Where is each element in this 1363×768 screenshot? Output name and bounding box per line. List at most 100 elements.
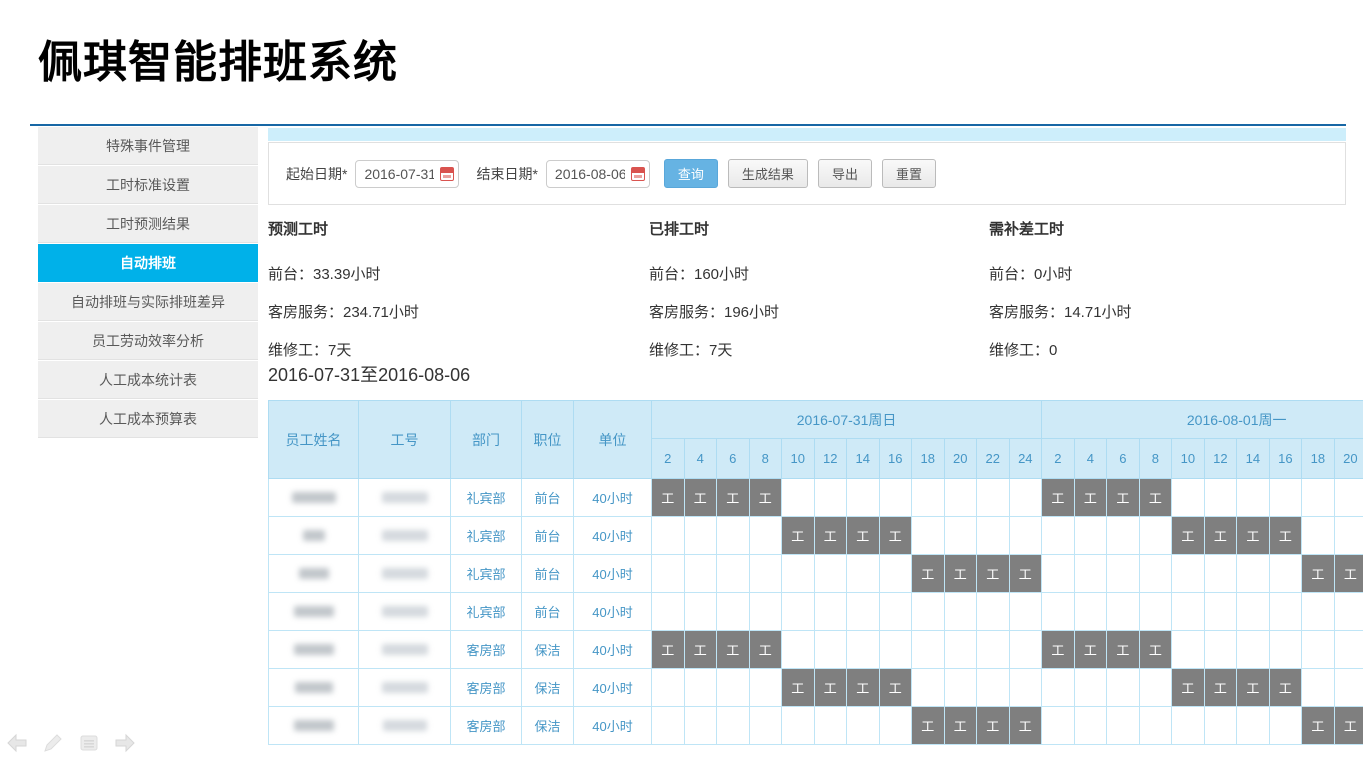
shift-cell-empty[interactable]: [1074, 669, 1107, 707]
shift-cell-empty[interactable]: [1042, 669, 1075, 707]
shift-cell-empty[interactable]: [1237, 593, 1270, 631]
shift-cell-marked[interactable]: 工: [1172, 517, 1205, 555]
shift-cell-empty[interactable]: [1107, 517, 1140, 555]
shift-cell-empty[interactable]: [1042, 593, 1075, 631]
shift-cell-empty[interactable]: [1139, 707, 1172, 745]
shift-cell-empty[interactable]: [684, 669, 717, 707]
shift-cell-empty[interactable]: [1009, 517, 1042, 555]
shift-cell-empty[interactable]: [1139, 555, 1172, 593]
shift-cell-empty[interactable]: [1074, 555, 1107, 593]
shift-cell-marked[interactable]: 工: [1302, 555, 1335, 593]
shift-cell-empty[interactable]: [1107, 593, 1140, 631]
shift-cell-marked[interactable]: 工: [749, 631, 782, 669]
shift-cell-empty[interactable]: [782, 631, 815, 669]
shift-cell-marked[interactable]: 工: [1107, 479, 1140, 517]
shift-cell-marked[interactable]: 工: [814, 517, 847, 555]
shift-cell-empty[interactable]: [1139, 669, 1172, 707]
shift-cell-empty[interactable]: [879, 707, 912, 745]
shift-cell-marked[interactable]: 工: [814, 669, 847, 707]
back-arrow-icon[interactable]: [5, 731, 29, 755]
shift-cell-empty[interactable]: [1302, 669, 1335, 707]
shift-cell-empty[interactable]: [977, 593, 1010, 631]
shift-cell-marked[interactable]: 工: [1074, 479, 1107, 517]
shift-cell-marked[interactable]: 工: [1107, 631, 1140, 669]
shift-cell-empty[interactable]: [652, 517, 685, 555]
shift-cell-empty[interactable]: [1204, 479, 1237, 517]
shift-cell-empty[interactable]: [684, 555, 717, 593]
shift-cell-empty[interactable]: [684, 707, 717, 745]
shift-cell-empty[interactable]: [879, 479, 912, 517]
shift-cell-empty[interactable]: [1172, 479, 1205, 517]
shift-cell-empty[interactable]: [1172, 707, 1205, 745]
shift-cell-empty[interactable]: [814, 593, 847, 631]
shift-cell-empty[interactable]: [717, 593, 750, 631]
shift-cell-empty[interactable]: [1302, 593, 1335, 631]
shift-cell-marked[interactable]: 工: [1009, 555, 1042, 593]
shift-cell-empty[interactable]: [1042, 555, 1075, 593]
shift-cell-empty[interactable]: [717, 707, 750, 745]
shift-cell-empty[interactable]: [912, 517, 945, 555]
shift-cell-marked[interactable]: 工: [717, 479, 750, 517]
shift-cell-marked[interactable]: 工: [652, 479, 685, 517]
shift-cell-empty[interactable]: [879, 631, 912, 669]
shift-cell-marked[interactable]: 工: [1237, 669, 1270, 707]
shift-cell-marked[interactable]: 工: [717, 631, 750, 669]
shift-cell-empty[interactable]: [912, 669, 945, 707]
shift-cell-empty[interactable]: [1009, 669, 1042, 707]
shift-cell-marked[interactable]: 工: [1009, 707, 1042, 745]
shift-cell-empty[interactable]: [1237, 479, 1270, 517]
shift-cell-empty[interactable]: [749, 593, 782, 631]
shift-cell-empty[interactable]: [1074, 707, 1107, 745]
shift-cell-empty[interactable]: [1139, 593, 1172, 631]
sidebar-item-hour-standards[interactable]: 工时标准设置: [38, 166, 258, 204]
shift-cell-empty[interactable]: [1009, 593, 1042, 631]
shift-cell-marked[interactable]: 工: [912, 707, 945, 745]
sidebar-item-schedule-diff[interactable]: 自动排班与实际排班差异: [38, 283, 258, 321]
shift-cell-marked[interactable]: 工: [879, 517, 912, 555]
shift-cell-empty[interactable]: [717, 555, 750, 593]
shift-cell-empty[interactable]: [944, 593, 977, 631]
shift-cell-marked[interactable]: 工: [1269, 517, 1302, 555]
shift-cell-marked[interactable]: 工: [1042, 631, 1075, 669]
shift-cell-empty[interactable]: [1334, 593, 1363, 631]
shift-cell-empty[interactable]: [684, 593, 717, 631]
query-button[interactable]: 查询: [664, 159, 718, 188]
shift-cell-empty[interactable]: [652, 555, 685, 593]
shift-cell-empty[interactable]: [1204, 593, 1237, 631]
shift-cell-marked[interactable]: 工: [1302, 707, 1335, 745]
shift-cell-empty[interactable]: [847, 479, 880, 517]
shift-cell-empty[interactable]: [1042, 517, 1075, 555]
pen-icon[interactable]: [41, 731, 65, 755]
calendar-icon[interactable]: [631, 167, 645, 181]
shift-cell-empty[interactable]: [1334, 517, 1363, 555]
sidebar-item-auto-schedule[interactable]: 自动排班: [38, 244, 258, 282]
shift-cell-empty[interactable]: [782, 593, 815, 631]
shift-cell-marked[interactable]: 工: [944, 555, 977, 593]
shift-cell-empty[interactable]: [1269, 593, 1302, 631]
shift-cell-marked[interactable]: 工: [1334, 707, 1363, 745]
shift-cell-empty[interactable]: [912, 593, 945, 631]
shift-cell-empty[interactable]: [1269, 479, 1302, 517]
shift-cell-empty[interactable]: [1204, 631, 1237, 669]
shift-cell-marked[interactable]: 工: [782, 669, 815, 707]
shift-cell-empty[interactable]: [1042, 707, 1075, 745]
shift-cell-empty[interactable]: [977, 479, 1010, 517]
shift-cell-empty[interactable]: [1302, 631, 1335, 669]
shift-cell-empty[interactable]: [1107, 669, 1140, 707]
shift-cell-marked[interactable]: 工: [1204, 669, 1237, 707]
shift-cell-empty[interactable]: [1237, 707, 1270, 745]
shift-cell-marked[interactable]: 工: [1334, 555, 1363, 593]
notes-icon[interactable]: [77, 731, 101, 755]
shift-cell-empty[interactable]: [977, 669, 1010, 707]
shift-cell-empty[interactable]: [814, 707, 847, 745]
shift-cell-empty[interactable]: [944, 669, 977, 707]
shift-cell-marked[interactable]: 工: [684, 631, 717, 669]
shift-cell-empty[interactable]: [652, 707, 685, 745]
shift-cell-empty[interactable]: [684, 517, 717, 555]
shift-cell-empty[interactable]: [782, 555, 815, 593]
forward-arrow-icon[interactable]: [113, 731, 137, 755]
shift-cell-empty[interactable]: [1237, 631, 1270, 669]
shift-cell-marked[interactable]: 工: [1172, 669, 1205, 707]
shift-cell-empty[interactable]: [1269, 631, 1302, 669]
shift-cell-empty[interactable]: [814, 555, 847, 593]
